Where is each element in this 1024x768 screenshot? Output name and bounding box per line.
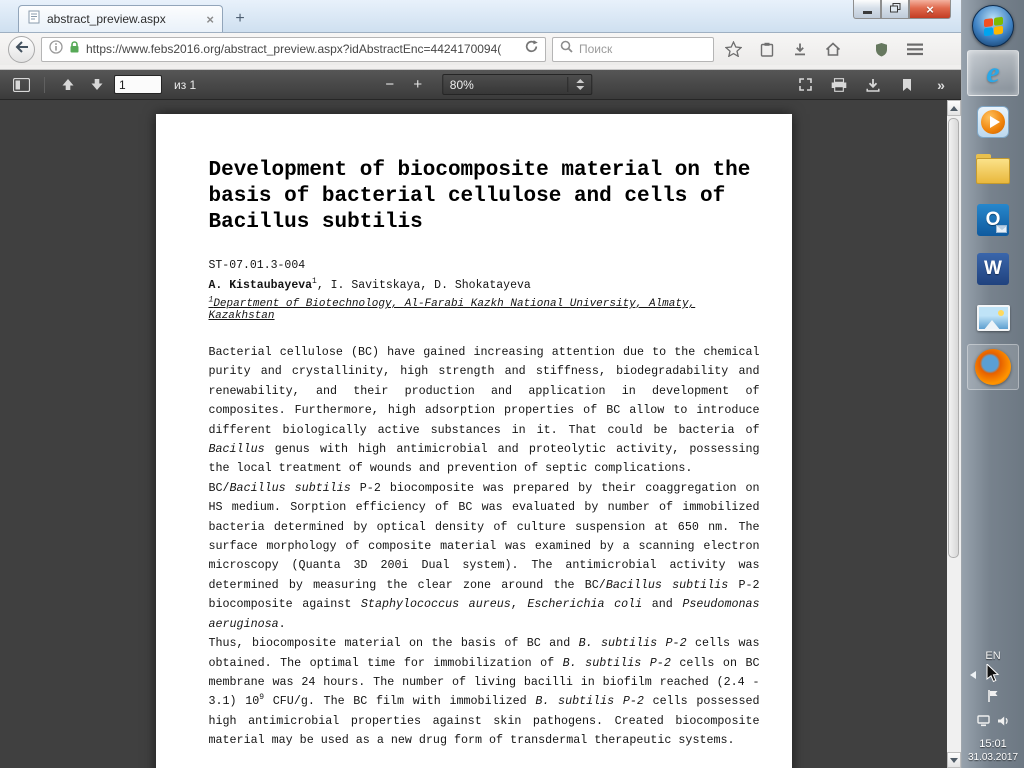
minimize-button[interactable] (853, 0, 881, 19)
browser-window: abstract_preview.aspx × + × (0, 0, 961, 768)
pdf-toolbar-right: » (793, 74, 953, 96)
url-input[interactable] (86, 42, 519, 56)
action-center-flag-icon[interactable] (987, 689, 999, 708)
ssl-lock-icon[interactable] (69, 40, 80, 59)
page-count-label: из 1 (174, 78, 196, 92)
taskbar-item-photo-viewer[interactable] (967, 295, 1019, 341)
search-bar[interactable] (552, 37, 714, 62)
zoom-controls: − + 80% (378, 74, 592, 96)
presentation-mode-button[interactable] (793, 74, 817, 96)
authors-line: A. Kistaubayeva1, I. Savitskaya, D. Shok… (209, 279, 760, 292)
previous-page-button[interactable] (56, 74, 80, 96)
close-button[interactable]: × (909, 0, 951, 19)
tab-favicon (27, 10, 41, 29)
taskbar-item-file-explorer[interactable] (967, 148, 1019, 194)
tab-close-button[interactable]: × (206, 13, 214, 26)
restore-button[interactable] (881, 0, 909, 19)
shield-addon-button[interactable] (868, 36, 895, 62)
abstract-title: Development of biocomposite material on … (209, 158, 760, 236)
network-icon[interactable] (977, 714, 990, 732)
internet-explorer-icon: e (986, 58, 999, 88)
restore-icon (890, 0, 901, 18)
current-view-bookmark-button[interactable] (895, 74, 919, 96)
volume-icon[interactable] (997, 714, 1010, 732)
start-button[interactable] (972, 5, 1014, 47)
downloads-button[interactable] (786, 36, 813, 62)
clock-date[interactable]: 31.03.2017 (968, 752, 1018, 763)
abstract-paragraph: Thus, biocomposite material on the basis… (209, 634, 760, 750)
scroll-down-button[interactable] (947, 752, 961, 768)
word-icon: W (977, 253, 1009, 285)
folder-icon (976, 158, 1010, 184)
zoom-in-glyph: + (413, 76, 422, 93)
zoom-level-select[interactable]: 80% (442, 74, 592, 95)
scrollbar-thumb[interactable] (948, 118, 959, 558)
affiliation-line: 1Department of Biotechnology, Al-Farabi … (209, 298, 760, 322)
mouse-cursor (986, 664, 1000, 689)
language-indicator[interactable]: EN (985, 650, 1000, 662)
pdf-page: Development of biocomposite material on … (156, 114, 792, 768)
vertical-scrollbar[interactable] (947, 100, 961, 768)
reload-icon[interactable] (525, 40, 538, 58)
abstract-body: Bacterial cellulose (BC) have gained inc… (209, 343, 760, 751)
zoom-in-button[interactable]: + (406, 74, 430, 96)
bookmarks-menu-button[interactable] (753, 36, 780, 62)
back-button[interactable] (8, 36, 35, 63)
screen: abstract_preview.aspx × + × (0, 0, 1024, 768)
abstract-paragraph: BC/Bacillus subtilis P-2 biocomposite wa… (209, 479, 760, 634)
scroll-down-icon (950, 758, 958, 763)
clock-time[interactable]: 15:01 (979, 738, 1007, 750)
browser-tab[interactable]: abstract_preview.aspx × (18, 5, 223, 32)
print-button[interactable] (827, 74, 851, 96)
photo-viewer-icon (977, 305, 1010, 331)
abstract-paragraph: Bacterial cellulose (BC) have gained inc… (209, 343, 760, 479)
tab-title: abstract_preview.aspx (47, 12, 200, 26)
zoom-out-glyph: − (385, 76, 394, 93)
home-button[interactable] (819, 36, 846, 62)
select-spinner-icon (567, 77, 584, 92)
media-player-icon (977, 106, 1009, 138)
back-arrow-icon (15, 40, 29, 58)
outlook-icon: O (977, 204, 1009, 236)
taskbar-item-firefox[interactable] (967, 344, 1019, 390)
toolbar-separator (44, 77, 45, 93)
zoom-out-button[interactable]: − (378, 74, 402, 96)
download-document-button[interactable] (861, 74, 885, 96)
session-code: ST-07.01.3-004 (209, 259, 760, 272)
bookmark-star-button[interactable] (720, 36, 747, 62)
next-page-button[interactable] (85, 74, 109, 96)
windows-logo-icon (984, 16, 1003, 36)
pdf-toolbar: из 1 − + 80% (0, 70, 961, 100)
search-input[interactable] (579, 42, 706, 56)
firefox-icon (975, 349, 1011, 385)
pdf-viewer-canvas[interactable]: Development of biocomposite material on … (0, 100, 947, 768)
show-hidden-icons-button[interactable] (970, 671, 976, 679)
scroll-up-icon (950, 106, 958, 111)
taskbar-item-media-player[interactable] (967, 99, 1019, 145)
taskbar: e O W EN (961, 0, 1024, 768)
scrollbar-track[interactable] (947, 116, 961, 752)
search-icon (560, 40, 573, 58)
pdf-toolbar-left: из 1 (0, 74, 196, 96)
new-tab-button[interactable]: + (227, 9, 253, 29)
page-number-input[interactable] (114, 75, 162, 94)
navigation-bar (0, 33, 961, 65)
window-controls: × (853, 0, 951, 19)
taskbar-item-word[interactable]: W (967, 246, 1019, 292)
url-bar[interactable] (41, 37, 546, 62)
more-tools-button[interactable]: » (929, 74, 953, 96)
taskbar-item-outlook[interactable]: O (967, 197, 1019, 243)
scroll-up-button[interactable] (947, 100, 961, 116)
zoom-level-value: 80% (450, 78, 474, 92)
page-info-icon[interactable] (49, 40, 63, 59)
taskbar-item-internet-explorer[interactable]: e (967, 50, 1019, 96)
minimize-icon (863, 11, 872, 14)
toggle-sidebar-button[interactable] (9, 74, 33, 96)
tab-strip: abstract_preview.aspx × + × (0, 0, 961, 33)
menu-button[interactable] (901, 36, 928, 62)
